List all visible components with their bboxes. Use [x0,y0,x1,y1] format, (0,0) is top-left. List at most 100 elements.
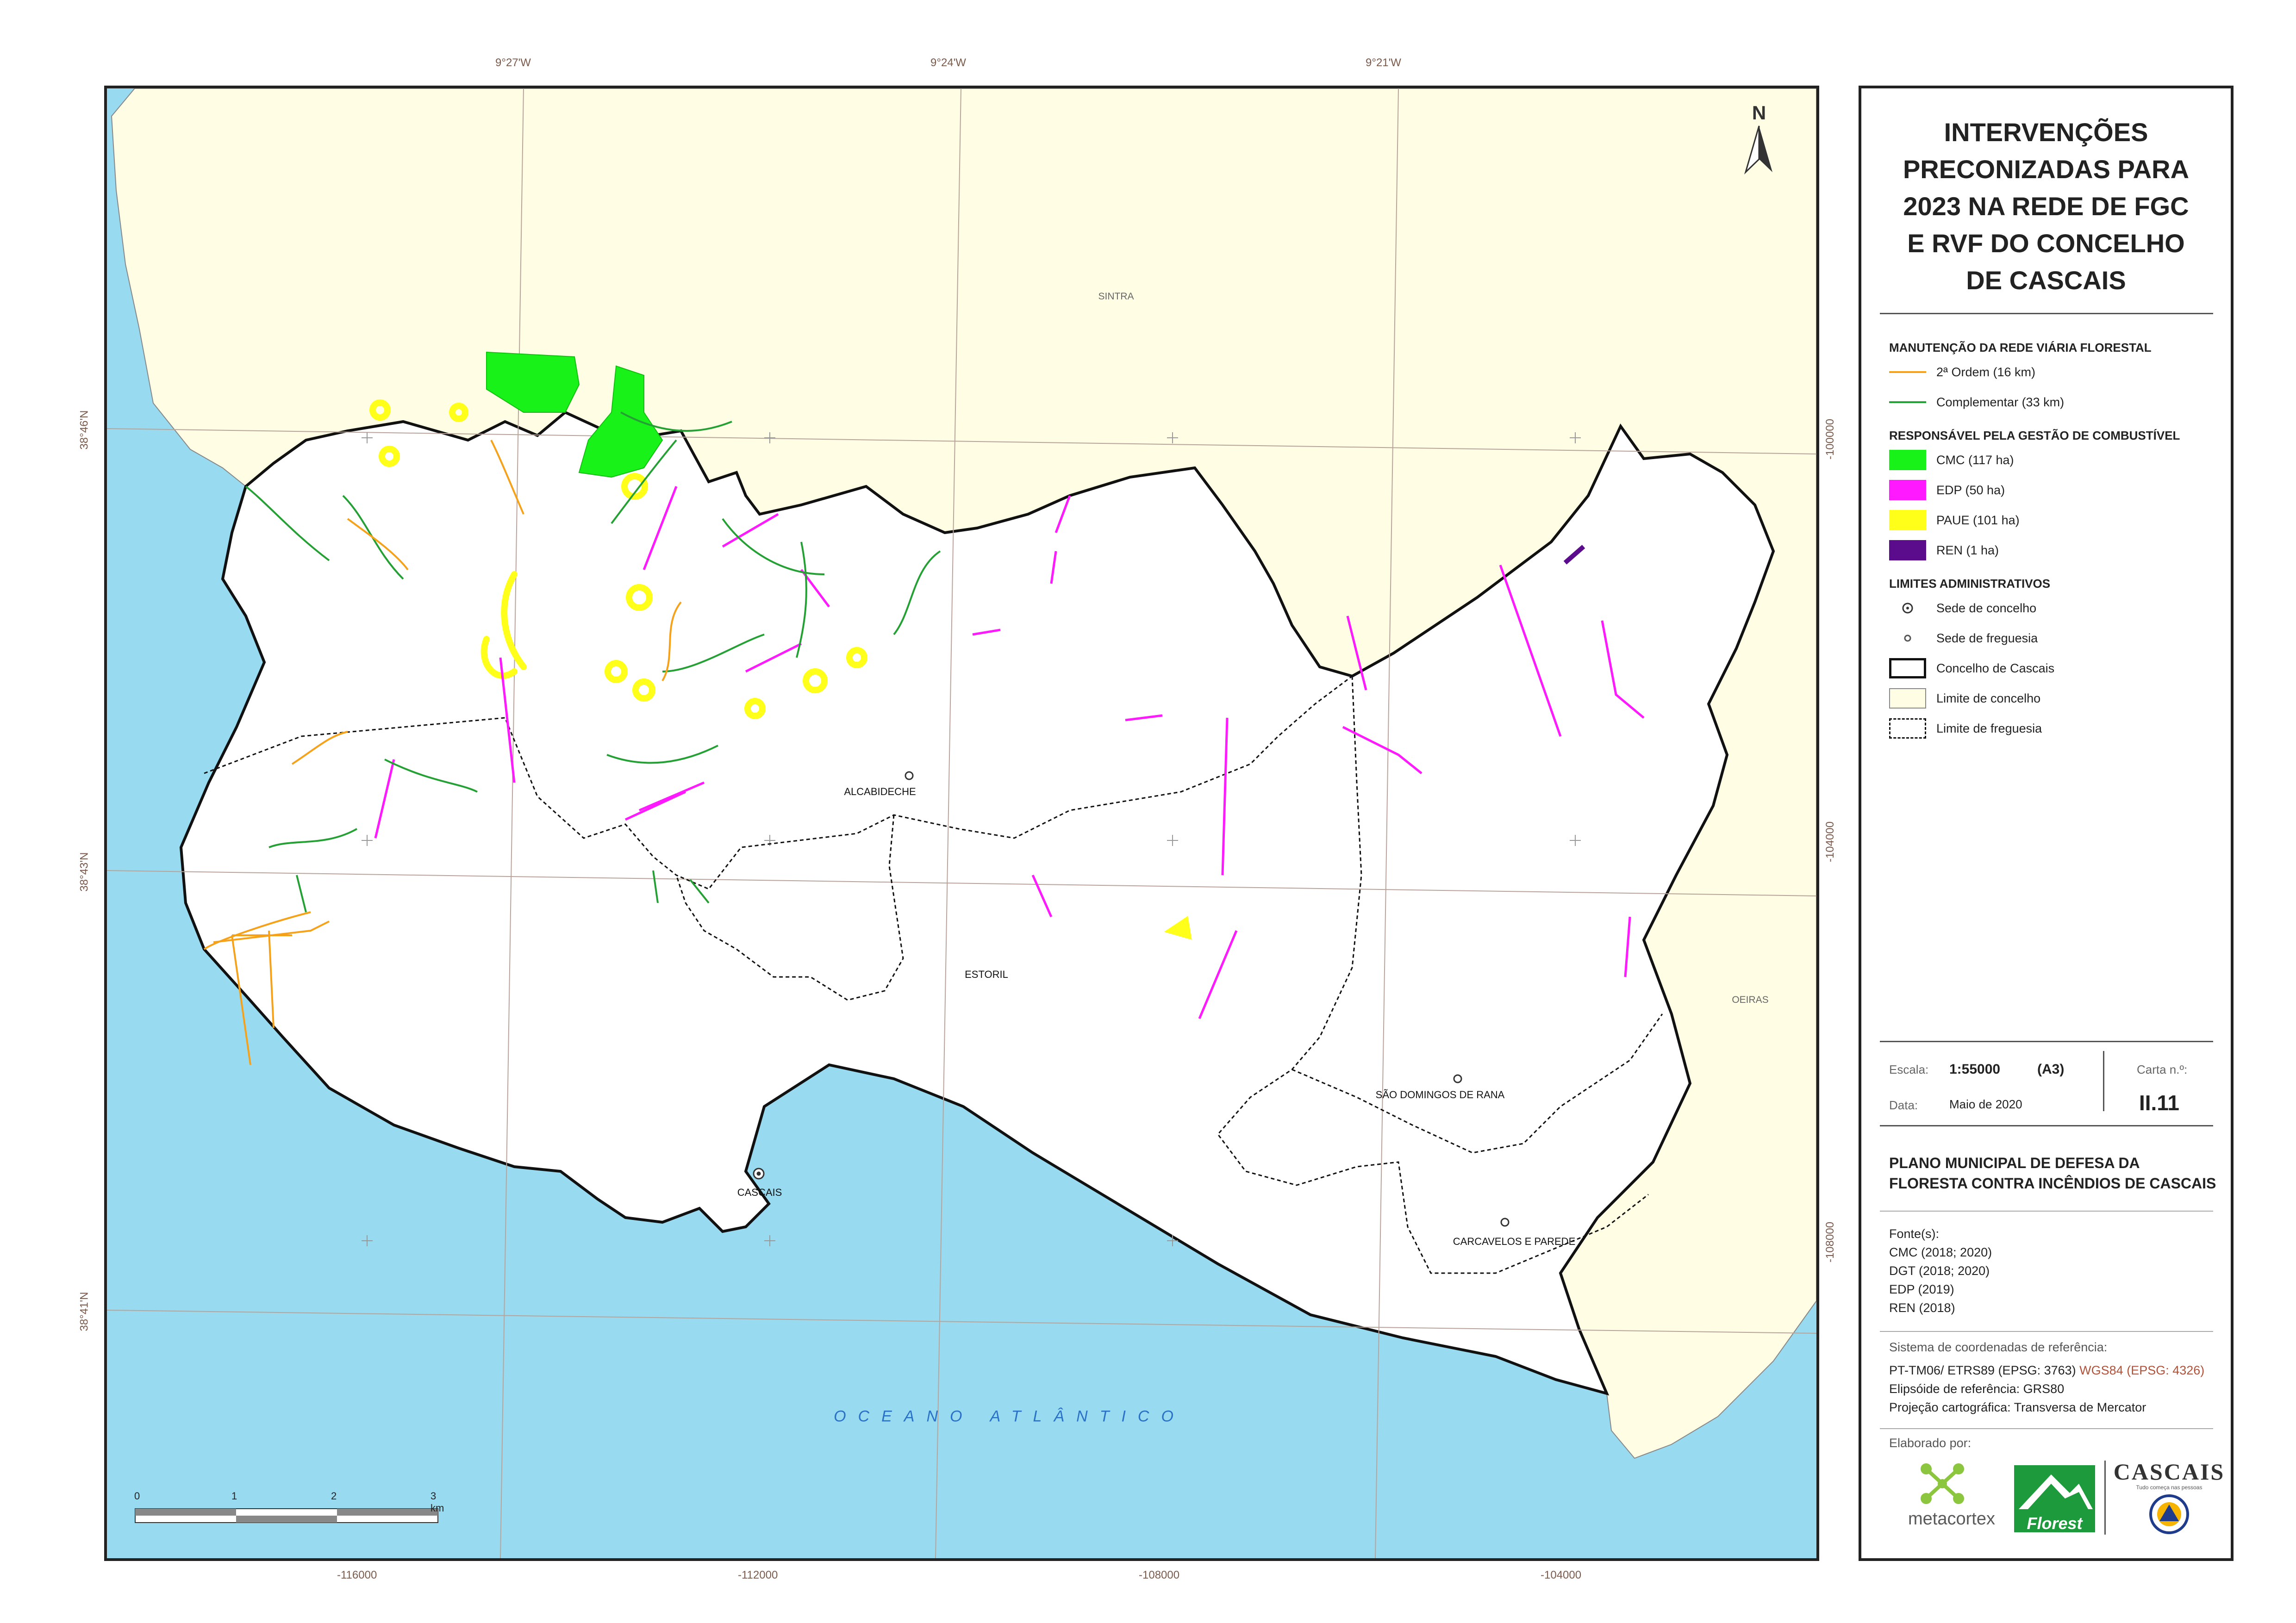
legend-item-paue: PAUE (101 ha) [1889,510,2020,531]
easting-label-4: -104000 [1541,1569,1582,1581]
legend-item-road-2nd: 2ª Ordem (16 km) [1889,361,2035,383]
florest-logo: Florest [2014,1465,2095,1533]
lat-label-2: 38°43'N [78,852,91,892]
crs-heading: Sistema de coordenadas de referência: [1889,1340,2108,1354]
legend-road-heading: MANUTENÇÃO DA REDE VIÁRIA FLORESTAL [1889,341,2152,354]
cascais-tagline: Tudo começa nas pessoas [2136,1484,2202,1491]
legend-label-road-complementary: Complementar (33 km) [1936,395,2065,409]
legend-item-ren: REN (1 ha) [1889,540,1999,561]
label-oeiras: OEIRAS [1732,995,1769,1005]
legend-item-edp: EDP (50 ha) [1889,479,2005,501]
road-2nd-swatch [1889,362,1926,382]
label-carcavelos: CARCAVELOS E PAREDE [1453,1236,1576,1247]
legend-label-road-2nd: 2ª Ordem (16 km) [1936,365,2036,379]
title-divider [1880,313,2213,314]
plan-title: PLANO MUNICIPAL DE DEFESA DA FLORESTA CO… [1889,1155,2216,1192]
legend-item-municipality-limit: Limite de concelho [1889,688,2040,709]
paper-size: (A3) [2037,1062,2065,1077]
lat-label-3: 38°41'N [78,1292,91,1331]
municipality-swatch [1889,658,1926,678]
label-sao-domingos: SÃO DOMINGOS DE RANA [1375,1089,1505,1101]
lat-label-1: 38°46'N [78,410,91,450]
label-sintra: SINTRA [1098,291,1134,302]
legend-label-cmc: CMC (117 ha) [1936,453,2014,467]
label-alcabideche: ALCABIDECHE [844,786,916,797]
label-estoril: ESTORIL [965,969,1008,980]
source-item: EDP (2019) [1889,1282,1954,1296]
north-label: N [1752,102,1766,124]
parish-seat-icon [1889,628,1926,648]
easting-label-2: -112000 [738,1569,778,1581]
municipality-seat-icon [1889,598,1926,618]
meta-vertical-divider [2103,1051,2104,1111]
legend-label-ren: REN (1 ha) [1936,543,1999,557]
credits-heading: Elaborado por: [1889,1436,1972,1450]
cascais-logo-text: CASCAIS [2113,1459,2225,1485]
legend-label-seat-municipality: Sede de concelho [1936,601,2037,615]
source-item: DGT (2018; 2020) [1889,1264,1990,1278]
scale-bar-graphic [135,1508,438,1523]
crs-line-1: PT-TM06/ ETRS89 (EPSG: 3763) WGS84 (EPSG… [1889,1363,2204,1378]
municipality-limit-swatch [1889,688,1926,709]
legend-item-seat-municipality: Sede de concelho [1889,597,2036,619]
sheet-label: Carta n.º: [2137,1063,2188,1076]
legend-item-cmc: CMC (117 ha) [1889,449,2014,471]
sources-divider [1880,1331,2213,1332]
date-label: Data: [1889,1098,1918,1112]
scale-tick-3: 3 km [430,1490,444,1514]
crs-line-3: Projeção cartográfica: Transversa de Mer… [1889,1400,2146,1414]
sources-heading: Fonte(s): [1889,1227,1940,1241]
ren-swatch [1889,540,1926,560]
map-frame[interactable]: SINTRA OEIRAS ALCABIDECHE ESTORIL SÃO DO… [104,86,1819,1561]
north-arrow-icon [1744,125,1772,174]
civil-protection-icon [2149,1494,2189,1534]
edp-swatch [1889,480,1926,500]
scale-value: 1:55000 [1949,1062,2001,1077]
label-ocean: OCEANO ATLÂNTICO [834,1407,1185,1425]
legend-item-seat-parish: Sede de freguesia [1889,628,2038,649]
plan-divider [1880,1211,2213,1212]
lon-label-3: 9°21'W [1366,56,1401,69]
scale-tick-1: 1 [231,1490,237,1502]
date-value: Maio de 2020 [1949,1097,2022,1111]
scale-tick-2: 2 [331,1490,337,1502]
northing-label-2: -104000 [1824,821,1837,863]
credits-vertical-divider [2104,1461,2106,1535]
meta-divider-top [1880,1041,2213,1042]
scale-label: Escala: [1889,1063,1929,1076]
legend-fuel-heading: RESPONSÁVEL PELA GESTÃO DE COMBUSTÍVEL [1889,429,2180,442]
label-cascais: CASCAIS [737,1187,782,1198]
legend-item-parish-limit: Limite de freguesia [1889,718,2042,739]
meta-divider-bottom [1880,1125,2213,1126]
lon-label-2: 9°24'W [930,56,966,69]
florest-text: Florest [2027,1514,2083,1533]
legend-label-municipality: Concelho de Cascais [1936,661,2055,675]
cascais-logo: CASCAIS Tudo começa nas pessoas [2111,1458,2227,1537]
source-item: REN (2018) [1889,1301,1955,1315]
cmc-swatch [1889,450,1926,470]
metacortex-mark-icon [1921,1463,1964,1504]
easting-label-3: -108000 [1139,1569,1180,1581]
map-canvas [107,88,1816,1558]
source-item: CMC (2018; 2020) [1889,1245,1992,1259]
legend-admin-heading: LIMITES ADMINISTRATIVOS [1889,577,2051,591]
legend-panel: INTERVENÇÕES PRECONIZADAS PARA 2023 NA R… [1859,86,2234,1561]
crs-wgs84: WGS84 (EPSG: 4326) [2079,1363,2205,1377]
map-title: INTERVENÇÕES PRECONIZADAS PARA 2023 NA R… [1903,118,2190,295]
easting-label-1: -116000 [337,1569,377,1581]
legend-label-paue: PAUE (101 ha) [1936,513,2020,527]
crs-divider [1880,1428,2213,1429]
parish-limit-swatch [1889,718,1926,739]
metacortex-text: metacortex [1908,1509,1995,1529]
legend-item-road-complementary: Complementar (33 km) [1889,392,2064,413]
scale-tick-0: 0 [134,1490,140,1502]
northing-label-1: -100000 [1824,418,1837,460]
metacortex-logo: metacortex [1889,1461,2014,1530]
sheet-value: II.11 [2139,1091,2179,1115]
legend-label-parish-limit: Limite de freguesia [1936,721,2042,735]
crs-line-2: Elipsóide de referência: GRS80 [1889,1382,2065,1396]
crs-pt-tm06: PT-TM06/ ETRS89 (EPSG: 3763) [1889,1363,2076,1377]
legend-item-municipality: Concelho de Cascais [1889,658,2054,679]
paue-swatch [1889,510,1926,530]
florest-mountain-icon [2019,1474,2093,1509]
